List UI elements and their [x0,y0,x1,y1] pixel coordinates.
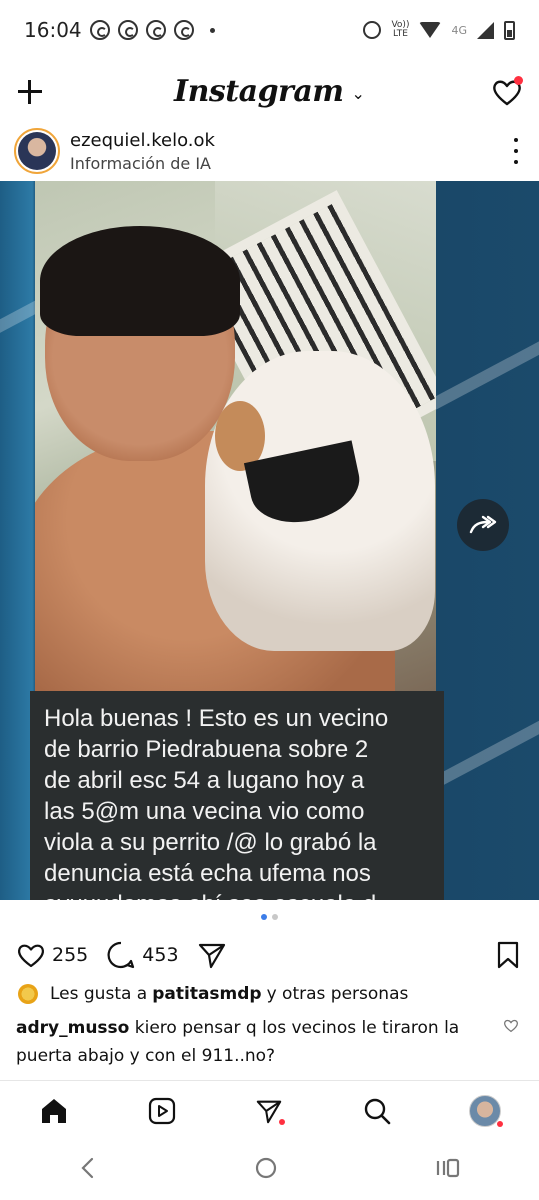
emoji-icon [18,984,38,1004]
system-status-icons: Vo)) LTE 4G [363,20,515,40]
plus-icon[interactable] [16,78,44,106]
image-caption-box: Hola buenas ! Esto es un vecino de barri… [30,691,444,900]
post-media[interactable]: Hola buenas ! Esto es un vecino de barri… [0,181,539,900]
system-nav-bar [0,1140,539,1200]
post-photo [35,181,436,691]
recents-icon[interactable] [435,1157,461,1184]
reels-icon[interactable] [142,1091,182,1131]
whatsapp-icon [145,20,166,40]
volte-icon: Vo)) LTE [391,20,410,39]
wifi-icon [419,22,442,38]
home-icon[interactable] [34,1091,74,1131]
brand-logo: Instagram [174,73,344,109]
avatar[interactable] [14,128,60,174]
share-arrow-icon[interactable] [457,499,509,551]
liked-by-suffix[interactable]: y otras personas [267,984,409,1004]
status-bar: 16:04 Vo)) LTE 4G [0,0,539,60]
liked-by-line[interactable]: Les gusta a patitasmdp y otras personas [18,984,528,1004]
network-type-label: 4G [451,23,467,37]
comment-username[interactable]: adry_musso [16,1018,129,1038]
bottom-nav [0,1080,539,1140]
more-notifications-dot [209,27,215,33]
send-action[interactable] [197,940,227,970]
signal-icon [477,21,494,39]
post-user-info: ezequiel.kelo.ok Información de IA [70,130,215,173]
brand-switcher[interactable]: Instagram ⌄ [174,74,365,109]
alarm-icon [363,21,382,39]
chevron-down-icon: ⌄ [351,86,365,103]
post-header: ezequiel.kelo.ok Información de IA [0,122,539,180]
post-username[interactable]: ezequiel.kelo.ok [70,130,215,151]
post-subtitle[interactable]: Información de IA [70,154,215,173]
more-options-icon[interactable] [513,138,519,164]
direct-messages-icon[interactable] [249,1091,289,1131]
liked-by-user[interactable]: patitasmdp [152,984,261,1004]
send-icon [198,943,225,969]
comment-like-icon[interactable] [503,1018,519,1038]
image-caption-text: Hola buenas ! Esto es un vecino de barri… [44,705,389,900]
back-icon[interactable] [78,1156,98,1185]
carousel-dot-active [261,914,267,920]
search-icon[interactable] [357,1091,397,1131]
whatsapp-icon [89,20,110,40]
comments-count[interactable]: 453 [142,944,178,966]
profile-badge [497,1120,504,1127]
post-actions: 255 453 [0,934,539,976]
top-comment[interactable]: adry_musso kiero pensar q los vecinos le… [16,1014,486,1070]
liked-by-prefix: Les gusta a [50,984,148,1004]
profile-tab[interactable] [465,1091,505,1131]
heart-icon [18,944,44,968]
profile-avatar [469,1094,502,1127]
carousel-indicator [0,914,539,920]
status-time: 16:04 [24,18,82,42]
notification-icons [89,20,215,40]
direct-badge [279,1118,286,1125]
notification-badge [514,76,523,85]
home-button-icon[interactable] [254,1156,278,1185]
comment-action[interactable]: 453 [106,940,179,970]
app-header: Instagram ⌄ [0,60,539,122]
like-action[interactable]: 255 [16,941,88,969]
carousel-dot [272,914,278,920]
whatsapp-icon [117,20,138,40]
notifications-heart-icon[interactable] [491,76,523,108]
bookmark-icon[interactable] [495,940,521,975]
comment-icon [107,941,135,969]
battery-icon [504,20,515,40]
whatsapp-icon [173,20,194,40]
likes-count[interactable]: 255 [52,944,88,966]
